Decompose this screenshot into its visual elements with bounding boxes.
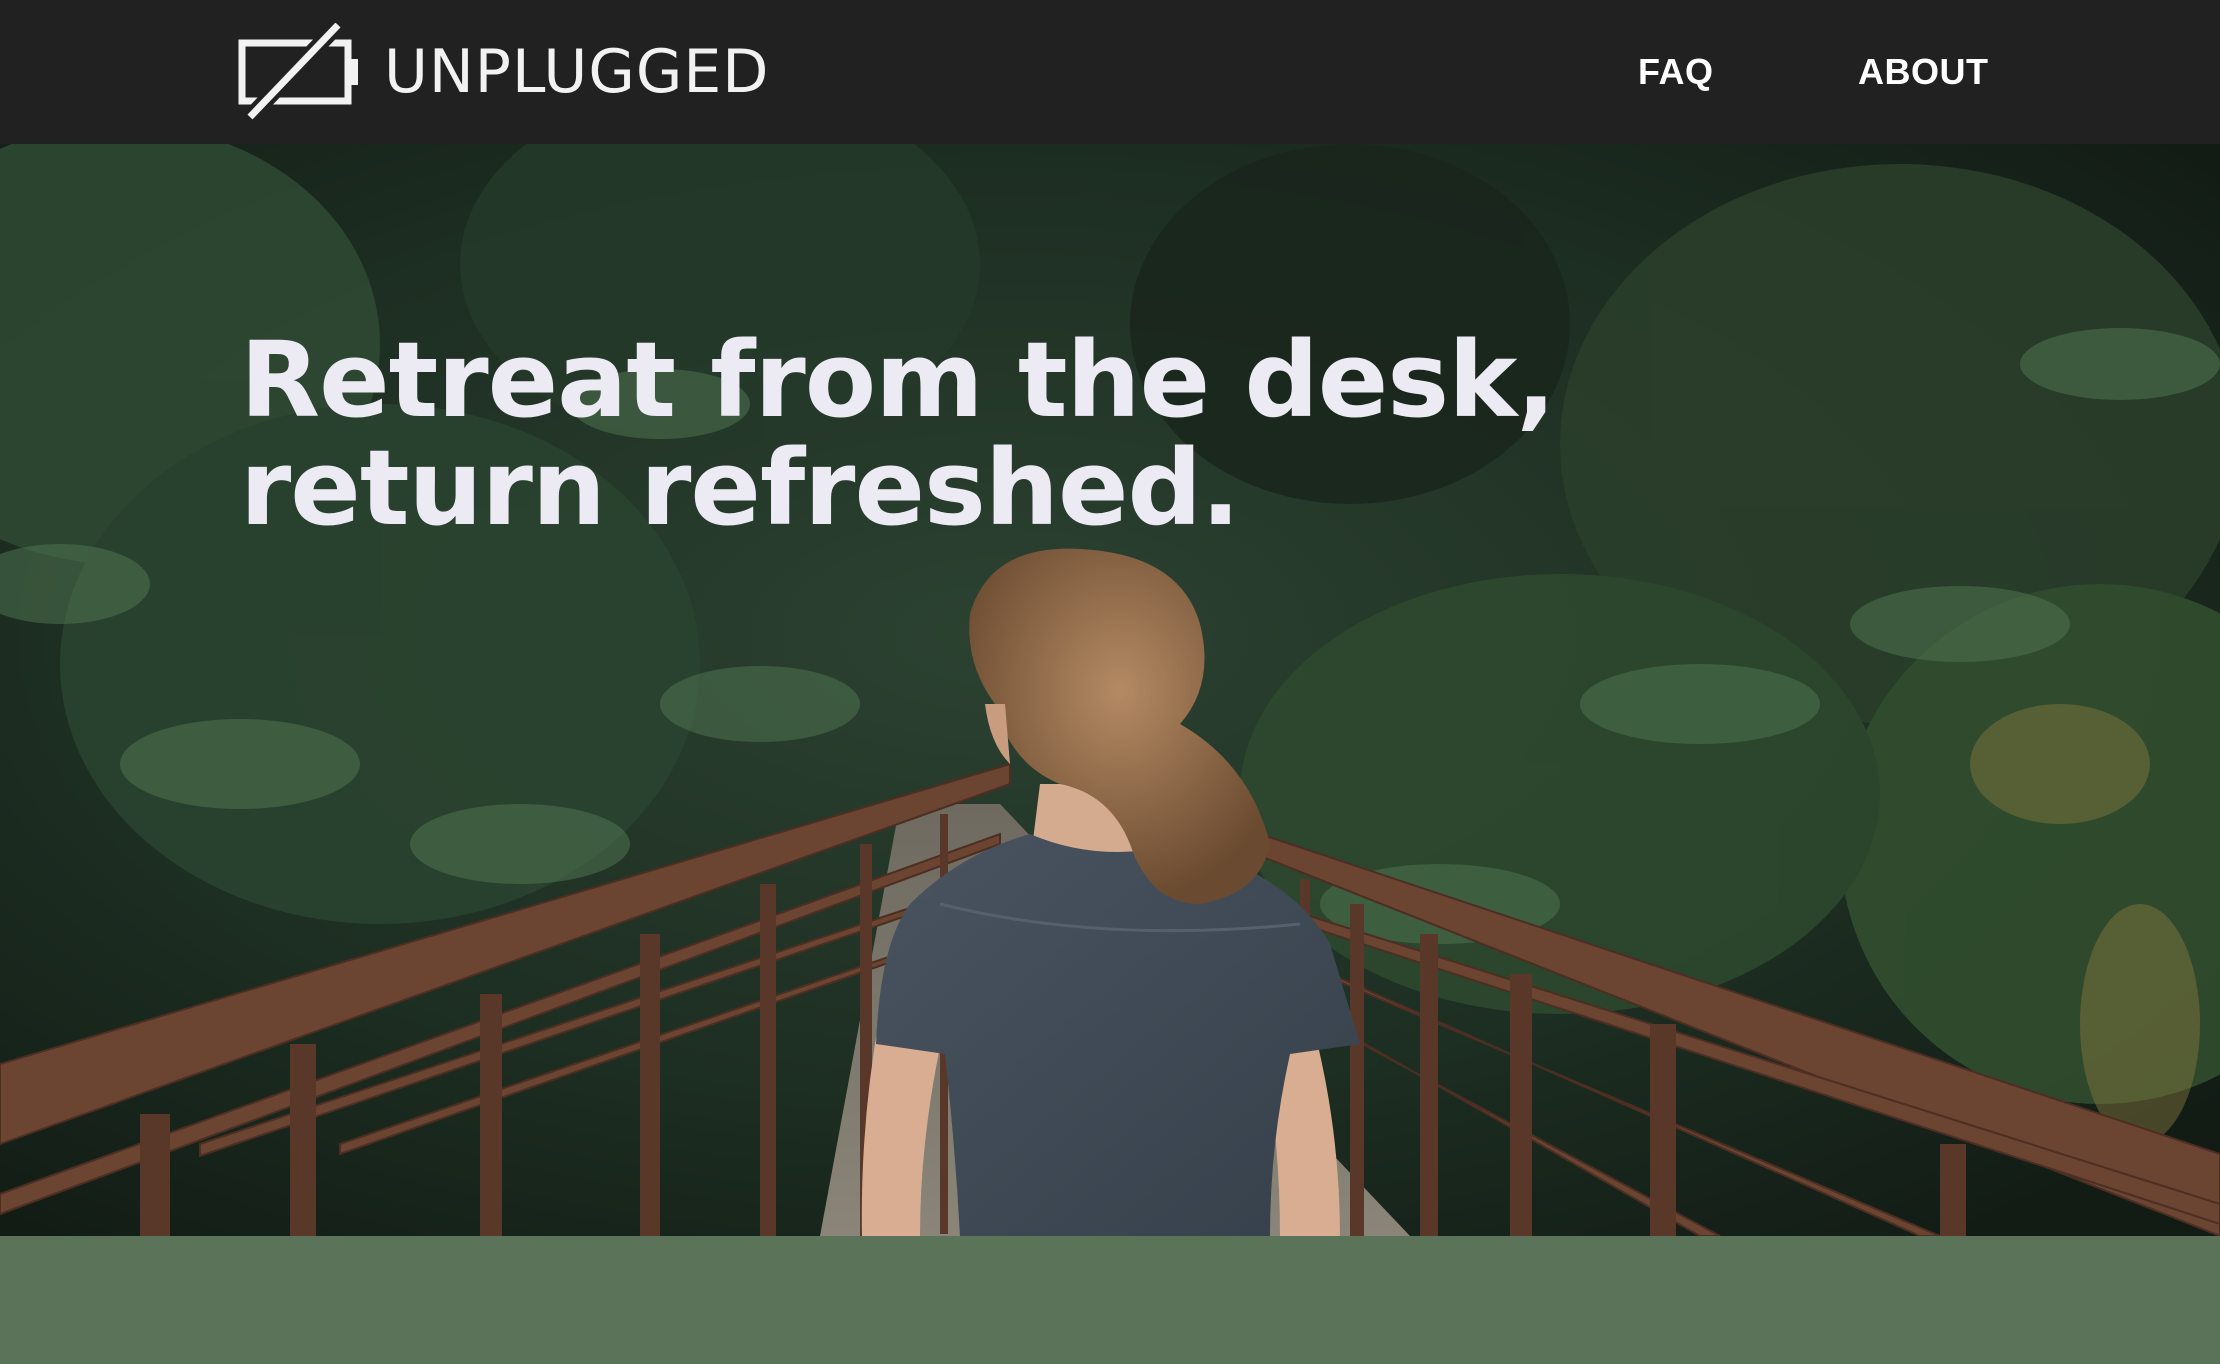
- hero-headline-line-2: return refreshed.: [240, 427, 1240, 549]
- green-content-band: [0, 1236, 2220, 1364]
- nav-item-about: ABOUT: [1858, 0, 1989, 144]
- nav-item-faq: FAQ: [1638, 0, 1714, 144]
- hero-background-photo: [0, 144, 2220, 1236]
- site-header: UNPLUGGED FAQ ABOUT: [0, 0, 2220, 144]
- nav-link-faq[interactable]: FAQ: [1638, 51, 1714, 93]
- hero-section: Retreat from the desk, return refreshed.: [0, 144, 2220, 1236]
- brand-logo-link[interactable]: UNPLUGGED: [238, 22, 769, 122]
- brand-name: UNPLUGGED: [384, 37, 770, 107]
- unplugged-battery-icon: [238, 23, 362, 121]
- hero-headline: Retreat from the desk, return refreshed.: [240, 326, 1640, 542]
- nav-link-about[interactable]: ABOUT: [1858, 51, 1989, 93]
- hero-headline-line-1: Retreat from the desk,: [240, 319, 1556, 441]
